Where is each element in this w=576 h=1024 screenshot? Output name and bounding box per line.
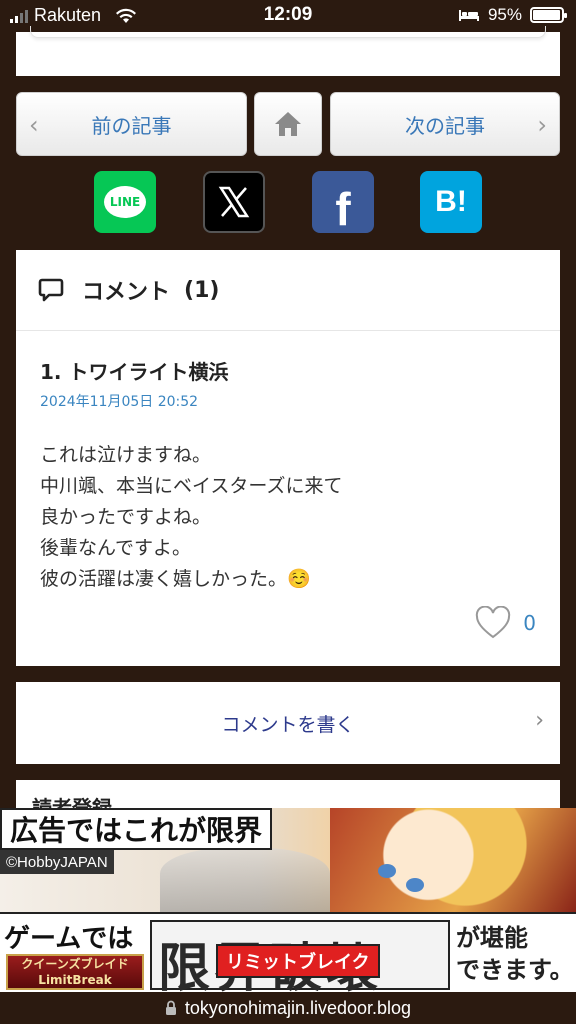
- prev-article-label: 前の記事: [91, 113, 172, 138]
- write-comment-button[interactable]: コメントを書く ›: [16, 682, 560, 764]
- next-article-label: 次の記事: [405, 113, 485, 138]
- ad-limit-box: 限界破壊 リミットブレイク: [150, 920, 450, 992]
- ad-bottom-strip: ゲームでは クイーンズブレイド LimitBreak 限界破壊 リミットブレイク…: [0, 912, 576, 992]
- url-bar[interactable]: tokyonohimajin.livedoor.blog: [0, 992, 576, 1024]
- comment-line: 彼の活躍は凄く嬉しかった。☺️: [40, 568, 311, 590]
- share-line-button[interactable]: LINE: [94, 171, 156, 233]
- lock-icon: [165, 1000, 176, 1015]
- status-right: 95%: [458, 5, 567, 25]
- like-button[interactable]: 0: [475, 606, 536, 640]
- comment-body: これは泣けますね。 中川颯、本当にベイスターズに来て 良かったですよね。 後輩な…: [40, 440, 342, 595]
- battery-percent: 95%: [487, 5, 522, 24]
- comments-section: コメント (1) 1. トワイライト横浜 2024年11月05日 20:52 こ…: [16, 250, 560, 666]
- battery-icon: [530, 7, 567, 23]
- line-icon: LINE: [104, 186, 146, 218]
- ad-game-text: ゲームでは: [4, 924, 134, 954]
- chevron-left-icon: ‹: [29, 111, 39, 139]
- comment-line: 良かったですよね。: [40, 506, 212, 528]
- bed-icon: [458, 10, 479, 21]
- article-card-bottom: [16, 26, 560, 76]
- chevron-right-icon: ›: [537, 111, 547, 139]
- share-hatena-button[interactable]: B!: [420, 171, 482, 233]
- ad-banner[interactable]: 広告ではこれが限界 ©HobbyJAPAN ゲームでは クイーンズブレイド Li…: [0, 808, 576, 992]
- comment-date: 2024年11月05日 20:52: [40, 394, 199, 410]
- ad-game-logo: クイーンズブレイド LimitBreak: [6, 954, 144, 990]
- share-x-button[interactable]: [203, 171, 265, 233]
- ad-tail-text: が堪能 できます。: [456, 922, 574, 986]
- x-icon: [218, 186, 250, 218]
- chevron-right-icon: ›: [535, 708, 544, 733]
- comment-line: これは泣けますね。: [40, 444, 212, 466]
- facebook-icon: f: [335, 183, 351, 235]
- comment-icon: [38, 278, 64, 302]
- article-card-inner: [30, 26, 546, 38]
- heart-icon: [476, 606, 511, 639]
- ad-headline: 広告ではこれが限界: [0, 808, 273, 850]
- hatena-bookmark-icon: B!: [435, 185, 467, 218]
- ad-ribbon: リミットブレイク: [216, 944, 380, 978]
- home-icon: [275, 112, 301, 136]
- ad-artwork-eye: [406, 878, 424, 892]
- ad-artwork-character: [330, 808, 576, 912]
- prev-article-button[interactable]: ‹ 前の記事: [16, 92, 247, 156]
- write-comment-label: コメントを書く: [221, 713, 355, 736]
- ad-artwork-armor: [160, 848, 330, 912]
- ad-tail-line: できます。: [456, 956, 574, 984]
- comments-header: コメント (1): [16, 250, 560, 331]
- ad-artwork-eye: [378, 864, 396, 878]
- ad-tail-line: が堪能: [456, 924, 528, 952]
- comments-title: コメント: [82, 280, 171, 305]
- next-article-button[interactable]: 次の記事 ›: [330, 92, 560, 156]
- comment-line: 後輩なんですよ。: [40, 537, 192, 559]
- ad-copyright: ©HobbyJAPAN: [0, 850, 114, 874]
- share-facebook-button[interactable]: f: [312, 171, 374, 235]
- url-text: tokyonohimajin.livedoor.blog: [184, 997, 412, 1018]
- like-count: 0: [523, 611, 536, 635]
- home-button[interactable]: [254, 92, 322, 156]
- comments-count: (1): [184, 277, 220, 303]
- comment-author: 1. トワイライト横浜: [40, 360, 229, 384]
- comment-line: 中川颯、本当にベイスターズに来て: [40, 475, 343, 497]
